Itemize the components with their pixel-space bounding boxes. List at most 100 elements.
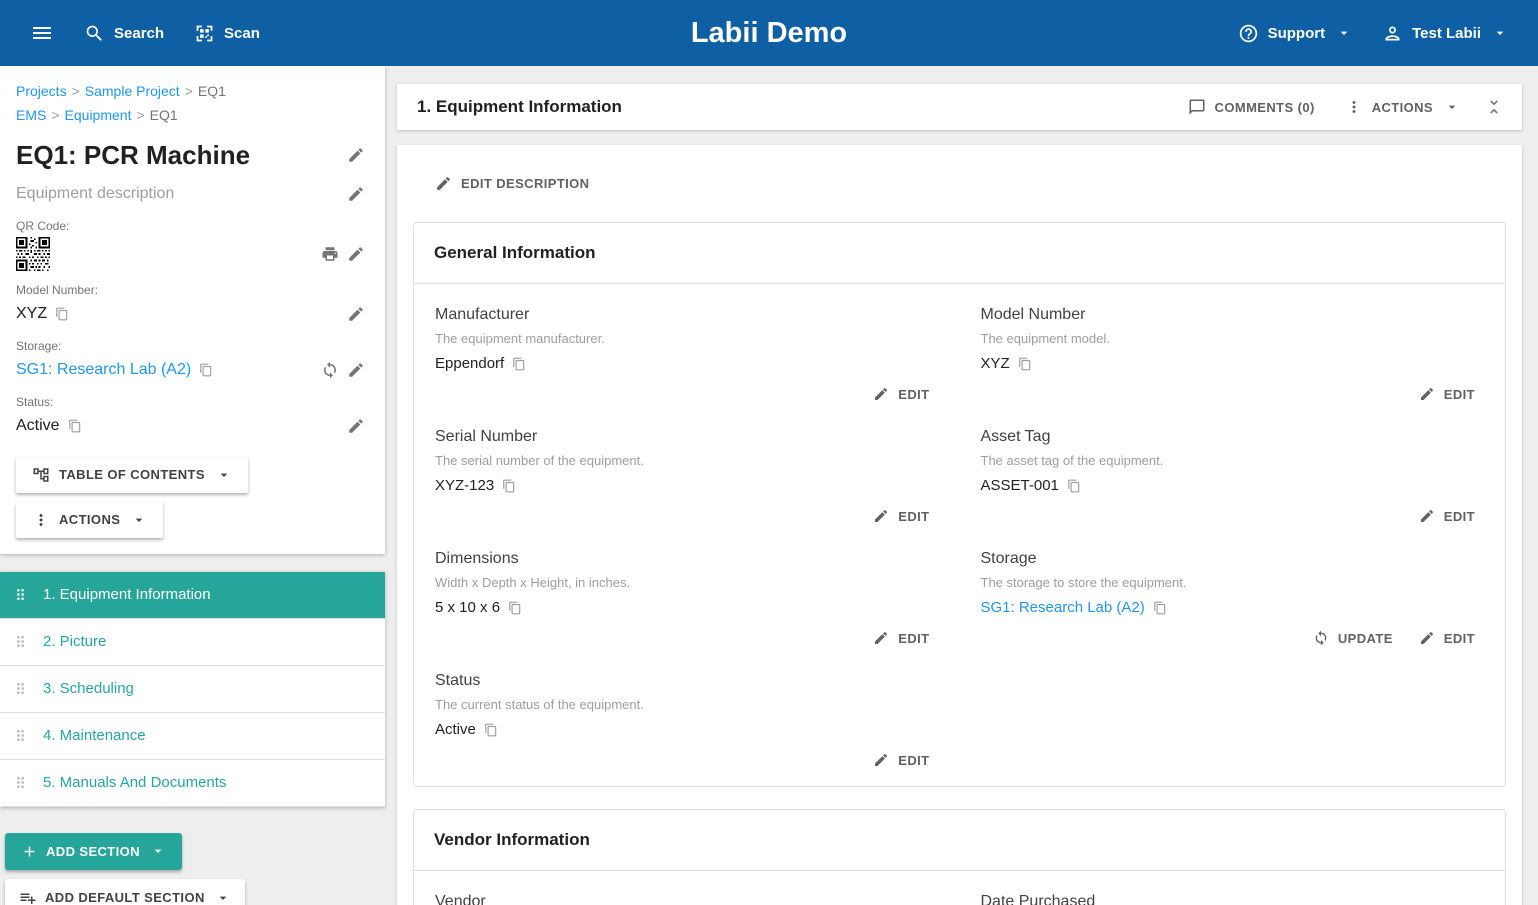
field-value-link[interactable]: SG1: Research Lab (A2) xyxy=(981,599,1145,616)
pencil-icon xyxy=(347,361,365,379)
edit-model-number-button[interactable] xyxy=(343,301,369,327)
pencil-icon xyxy=(873,508,889,524)
add-default-section-button[interactable]: ADD DEFAULT SECTION xyxy=(5,879,245,905)
record-description: Equipment description xyxy=(16,185,174,203)
drag-handle-icon[interactable] xyxy=(12,680,29,697)
breadcrumb-link-equipment[interactable]: Equipment xyxy=(65,107,132,123)
edit-storage-button[interactable] xyxy=(343,357,369,383)
table-of-contents-button[interactable]: TABLE OF CONTENTS xyxy=(16,457,248,493)
copy-icon[interactable] xyxy=(510,357,528,371)
copy-icon[interactable] xyxy=(506,601,524,615)
field-label: Serial Number xyxy=(435,428,940,446)
section-item-scheduling[interactable]: 3. Scheduling xyxy=(0,666,385,713)
user-label: Test Labii xyxy=(1412,25,1481,42)
pencil-icon xyxy=(347,185,365,203)
copy-icon[interactable] xyxy=(482,723,500,737)
copy-icon[interactable] xyxy=(1016,357,1034,371)
field-description: The asset tag of the equipment. xyxy=(981,453,1486,468)
drag-handle-icon[interactable] xyxy=(12,633,29,650)
sidebar-actions-button[interactable]: ACTIONS xyxy=(16,502,163,538)
edit-dimensions-button[interactable]: EDIT xyxy=(863,622,939,654)
breadcrumb-link-sample-project[interactable]: Sample Project xyxy=(85,83,180,99)
field-label: Manufacturer xyxy=(435,306,940,324)
section-title: 1. Equipment Information xyxy=(417,97,622,117)
breadcrumb-link-ems[interactable]: EMS xyxy=(16,107,46,123)
drag-handle-icon[interactable] xyxy=(12,774,29,791)
edit-storage-button[interactable]: EDIT xyxy=(1409,622,1485,654)
field-storage: Storage The storage to store the equipme… xyxy=(960,534,1506,656)
chevron-down-icon xyxy=(150,843,166,859)
add-section-button[interactable]: ADD SECTION xyxy=(5,833,182,870)
search-button[interactable]: Search xyxy=(72,13,176,54)
section-body: EDIT DESCRIPTION General Information Man… xyxy=(397,145,1522,905)
section-label: 1. Equipment Information xyxy=(43,586,211,603)
field-date-purchased: Date Purchased xyxy=(960,877,1506,905)
comments-button[interactable]: COMMENTS (0) xyxy=(1178,90,1325,124)
field-value: Active xyxy=(435,721,476,738)
add-section-label: ADD SECTION xyxy=(46,844,140,859)
edit-title-button[interactable] xyxy=(343,142,369,168)
breadcrumb-link-projects[interactable]: Projects xyxy=(16,83,67,99)
collapse-section-button[interactable] xyxy=(1480,93,1508,121)
section-item-manuals-and-documents[interactable]: 5. Manuals And Documents xyxy=(0,760,385,807)
pencil-icon xyxy=(873,630,889,646)
general-information-card: General Information Manufacturer The equ… xyxy=(413,222,1506,787)
pencil-icon xyxy=(435,175,452,192)
sidebar-actions-label: ACTIONS xyxy=(59,512,120,527)
drag-handle-icon[interactable] xyxy=(12,727,29,744)
help-icon xyxy=(1238,23,1259,44)
menu-button[interactable] xyxy=(18,11,66,55)
field-label: Status xyxy=(435,672,940,690)
comments-label: COMMENTS (0) xyxy=(1215,100,1315,115)
pencil-icon xyxy=(347,417,365,435)
field-model-number: Model Number The equipment model. XYZ ED… xyxy=(960,290,1506,412)
section-label: 4. Maintenance xyxy=(43,727,146,744)
print-qr-button[interactable] xyxy=(317,241,343,267)
support-label: Support xyxy=(1268,25,1326,42)
breadcrumb-ems: EMS>Equipment>EQ1 xyxy=(16,104,369,128)
pencil-icon xyxy=(1419,630,1435,646)
update-storage-button[interactable]: UPDATE xyxy=(1303,622,1403,654)
section-item-equipment-information[interactable]: 1. Equipment Information xyxy=(0,572,385,619)
pencil-icon xyxy=(873,752,889,768)
user-menu-button[interactable]: Test Labii xyxy=(1370,13,1520,54)
scan-button[interactable]: Scan xyxy=(182,13,272,54)
copy-icon[interactable] xyxy=(53,307,71,321)
field-value: ASSET-001 xyxy=(981,477,1059,494)
update-storage-button[interactable] xyxy=(317,357,343,383)
copy-icon[interactable] xyxy=(1151,601,1169,615)
edit-model-number-button[interactable]: EDIT xyxy=(1409,378,1485,410)
drag-handle-icon[interactable] xyxy=(12,586,29,603)
edit-qr-button[interactable] xyxy=(343,241,369,267)
printer-icon xyxy=(321,245,339,263)
copy-icon[interactable] xyxy=(1065,479,1083,493)
pencil-icon xyxy=(347,245,365,263)
copy-icon[interactable] xyxy=(66,419,84,433)
storage-label: Storage: xyxy=(16,339,369,353)
pencil-icon xyxy=(1419,386,1435,402)
field-label: Vendor xyxy=(435,893,940,905)
edit-description-button[interactable]: EDIT DESCRIPTION xyxy=(425,167,599,200)
copy-icon[interactable] xyxy=(500,479,518,493)
breadcrumb-separator: > xyxy=(136,107,144,123)
edit-serial-number-button[interactable]: EDIT xyxy=(863,500,939,532)
field-label: Date Purchased xyxy=(981,893,1486,905)
general-information-title: General Information xyxy=(414,223,1505,284)
support-button[interactable]: Support xyxy=(1226,13,1365,54)
qr-scan-icon xyxy=(194,23,215,44)
search-icon xyxy=(84,23,105,44)
main-actions-button[interactable]: ACTIONS xyxy=(1335,90,1470,124)
section-item-picture[interactable]: 2. Picture xyxy=(0,619,385,666)
copy-icon[interactable] xyxy=(197,363,215,377)
field-manufacturer: Manufacturer The equipment manufacturer.… xyxy=(414,290,960,412)
chevron-down-icon xyxy=(1492,25,1508,41)
edit-asset-tag-button[interactable]: EDIT xyxy=(1409,500,1485,532)
storage-value-link[interactable]: SG1: Research Lab (A2) xyxy=(16,361,191,379)
field-serial-number: Serial Number The serial number of the e… xyxy=(414,412,960,534)
edit-description-icon-button[interactable] xyxy=(343,181,369,207)
edit-status-button[interactable] xyxy=(343,413,369,439)
edit-manufacturer-button[interactable]: EDIT xyxy=(863,378,939,410)
section-item-maintenance[interactable]: 4. Maintenance xyxy=(0,713,385,760)
search-label: Search xyxy=(114,25,164,42)
edit-status-button[interactable]: EDIT xyxy=(863,744,939,776)
